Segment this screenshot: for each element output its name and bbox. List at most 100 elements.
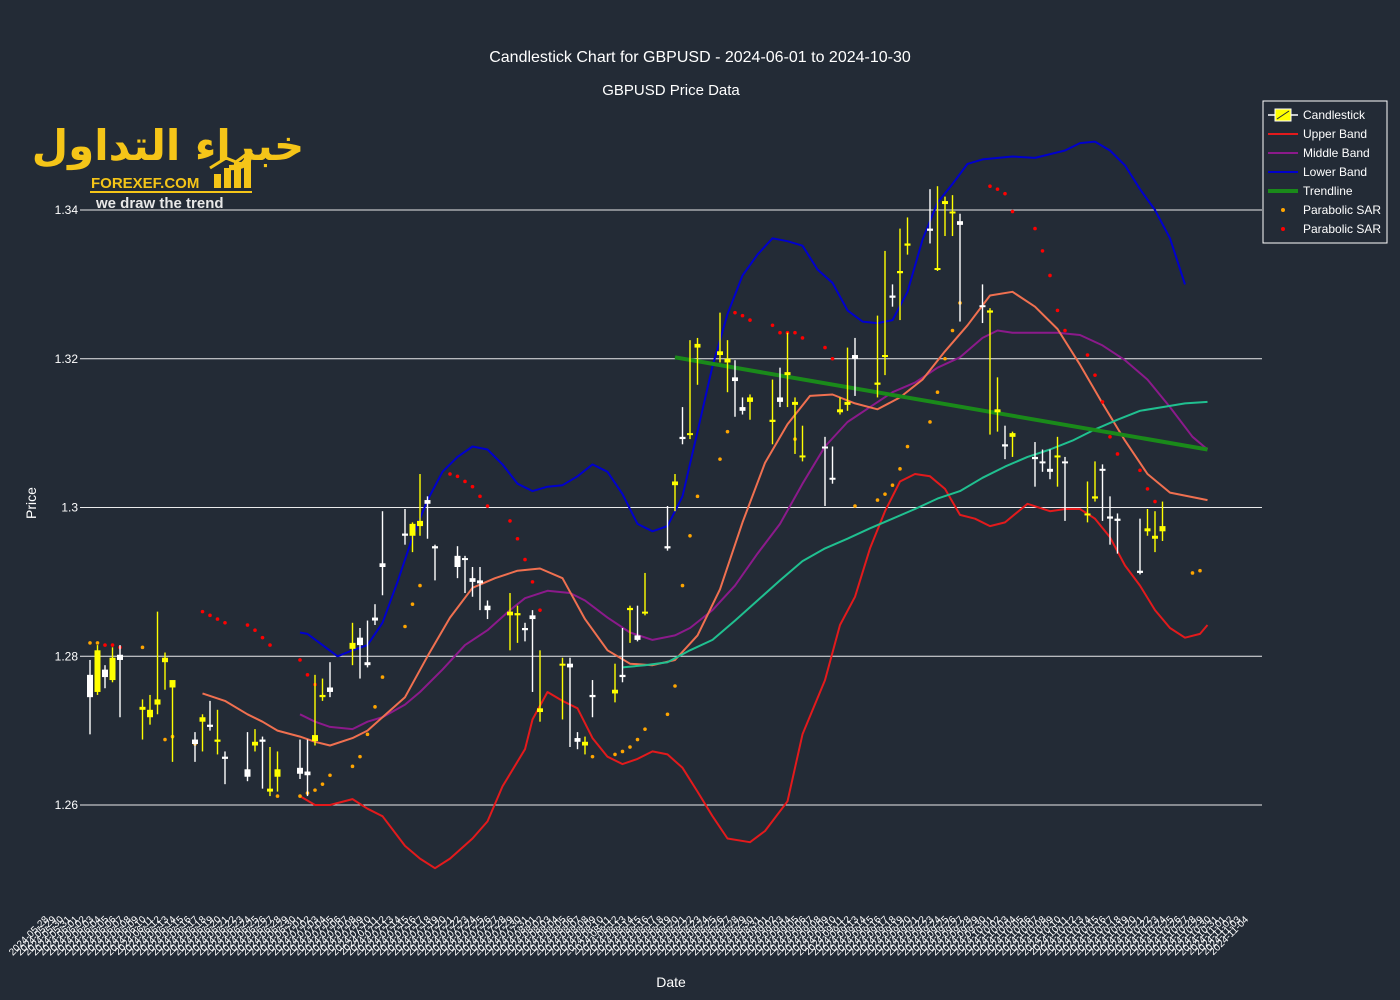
candle xyxy=(409,522,416,553)
candle-body xyxy=(574,738,581,742)
sar-point xyxy=(140,645,145,650)
candle xyxy=(559,657,566,720)
sar-point xyxy=(163,737,167,742)
candle-body xyxy=(349,642,356,649)
middle-band-line xyxy=(299,329,1209,731)
sar-point xyxy=(448,472,452,476)
sar-point xyxy=(110,643,115,647)
candle xyxy=(1062,456,1068,521)
candle-body xyxy=(147,709,153,718)
candle xyxy=(327,662,333,698)
candle xyxy=(402,508,408,545)
candle-body xyxy=(1084,513,1091,516)
candle-body xyxy=(507,611,513,616)
sar-point xyxy=(680,583,685,588)
candle-body xyxy=(679,436,686,440)
candle xyxy=(567,657,573,747)
candle-body xyxy=(769,419,776,422)
sar-point xyxy=(200,609,205,614)
candle-body xyxy=(297,767,303,774)
legend-label: Parabolic SAR xyxy=(1303,222,1381,236)
candle-body xyxy=(694,343,701,348)
candle xyxy=(372,604,378,626)
sar-point xyxy=(800,336,805,340)
candle-body xyxy=(1062,461,1068,464)
candle-body xyxy=(357,637,363,646)
sar-point xyxy=(950,328,955,333)
candle xyxy=(1009,431,1016,457)
sar-point xyxy=(620,749,625,754)
sar-point xyxy=(320,782,325,786)
candle-body xyxy=(379,563,386,567)
candle-body xyxy=(312,735,318,742)
candle-body xyxy=(417,520,423,527)
sar-point xyxy=(455,474,460,479)
candle xyxy=(987,308,993,435)
candle xyxy=(102,665,108,689)
legend-marker xyxy=(1281,227,1285,231)
candle xyxy=(537,650,543,722)
sar-point xyxy=(628,745,632,749)
sar-point xyxy=(635,737,640,742)
sar-point xyxy=(328,773,332,778)
candle-body xyxy=(1159,526,1166,532)
candle-body xyxy=(267,788,273,792)
candle xyxy=(252,729,258,752)
sar-point xyxy=(988,184,992,188)
candle-body xyxy=(372,617,378,621)
candle xyxy=(837,397,843,415)
candle-body xyxy=(634,635,641,640)
sar-point xyxy=(215,617,220,621)
candle xyxy=(574,732,581,750)
candle xyxy=(619,627,626,683)
candle-body xyxy=(664,546,671,549)
candle-body xyxy=(462,558,468,561)
candle xyxy=(477,567,483,611)
sar-point xyxy=(725,429,730,434)
candle-body xyxy=(454,555,461,567)
candle-body xyxy=(897,270,903,274)
candle-body xyxy=(1002,444,1008,447)
sar-point xyxy=(350,764,355,769)
candle xyxy=(679,407,686,445)
sar-point xyxy=(898,467,902,471)
candle-body xyxy=(364,662,371,666)
candle-body xyxy=(1047,468,1053,472)
logo-arabic-text: خبراء التداول xyxy=(32,121,305,171)
candle xyxy=(882,250,888,376)
sar-point xyxy=(253,628,257,633)
sar-point xyxy=(1093,373,1097,377)
sar-point xyxy=(613,752,617,757)
sar-point xyxy=(88,641,92,645)
candle-body xyxy=(874,382,881,385)
candle xyxy=(297,739,303,779)
candle-body xyxy=(619,674,626,678)
sar-point xyxy=(478,494,482,499)
candle-body xyxy=(687,433,693,436)
candle xyxy=(267,746,273,797)
candle-body xyxy=(642,611,648,614)
candle-body xyxy=(117,654,123,660)
y-tick-label: 1.26 xyxy=(55,798,79,812)
sar-point xyxy=(418,583,422,588)
sar-point xyxy=(718,457,722,461)
candle-body xyxy=(792,401,798,405)
candle xyxy=(154,611,161,715)
candle xyxy=(664,506,671,551)
candle xyxy=(424,496,431,539)
sar-point xyxy=(770,323,775,328)
sar-point xyxy=(305,673,310,677)
candle-body xyxy=(259,739,266,742)
candle xyxy=(507,593,513,651)
candle xyxy=(94,645,101,695)
candle xyxy=(169,680,176,762)
candle-body xyxy=(1092,496,1098,499)
sar-point xyxy=(1033,226,1037,231)
sar-point xyxy=(695,494,700,499)
candle-body xyxy=(927,228,933,231)
candle xyxy=(1107,496,1113,545)
y-tick-label: 1.28 xyxy=(55,649,79,663)
candle xyxy=(199,714,206,752)
sar-point xyxy=(1048,273,1052,278)
candle-body xyxy=(409,523,416,536)
